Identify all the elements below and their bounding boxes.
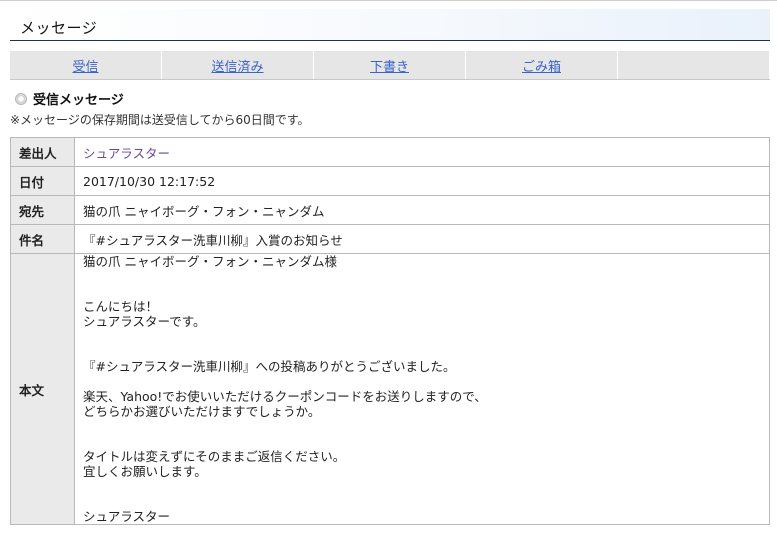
page-title: メッセージ <box>20 19 98 37</box>
sender-cell: シュアラスター <box>74 137 770 167</box>
body-line <box>83 269 761 284</box>
subject-label: 件名 <box>10 224 75 254</box>
body-line <box>83 434 761 449</box>
date-row: 日付 2017/10/30 12:17:52 <box>10 166 770 196</box>
body-line: シュアラスター <box>83 509 171 524</box>
recipient-label: 宛先 <box>10 195 75 225</box>
body-line: 猫の爪 ニャイボーグ・フォン・ニャンダム様 <box>83 254 337 269</box>
tab-drafts-link[interactable]: 下書き <box>370 56 409 75</box>
body-line: 楽天、Yahoo!でお使いいただけるクーポンコードをお送りしますので、 <box>83 389 487 404</box>
section-heading: 受信メッセージ <box>15 89 124 108</box>
message-detail-table: 差出人 シュアラスター 日付 2017/10/30 12:17:52 宛先 猫の… <box>10 137 770 525</box>
body-line: タイトルは変えずにそのままご返信ください。 <box>83 449 346 464</box>
body-line <box>83 329 761 344</box>
sender-name: シュアラスター <box>83 145 171 161</box>
mailbox-tabs: 受信 送信済み 下書き ごみ箱 <box>10 51 770 80</box>
tab-inbox: 受信 <box>10 51 162 79</box>
tab-sent: 送信済み <box>162 51 314 79</box>
section-title: 受信メッセージ <box>33 93 124 108</box>
page-header: メッセージ <box>10 9 770 41</box>
body-line <box>83 344 761 359</box>
date-value: 2017/10/30 12:17:52 <box>74 166 770 196</box>
body-line <box>83 374 761 389</box>
body-line: どちらかお選びいただけますでしょうか。 <box>83 404 321 419</box>
subject-row: 件名 『#シュアラスター洗車川柳』入賞のお知らせ <box>10 224 770 254</box>
message-page: メッセージ 受信 送信済み 下書き ごみ箱 受信メッセージ ※メッセージの保存期… <box>0 0 777 544</box>
body-line <box>83 284 761 299</box>
body-line <box>83 494 761 509</box>
bullet-circle-icon <box>15 92 27 105</box>
body-line: 宜しくお願いします。 <box>83 464 207 479</box>
sender-label: 差出人 <box>10 137 75 167</box>
tab-spacer <box>618 51 770 79</box>
message-body: 猫の爪 ニャイボーグ・フォン・ニャンダム様 こんにちは！ シュアラスターです。 … <box>74 253 770 525</box>
date-label: 日付 <box>10 166 75 196</box>
recipient-row: 宛先 猫の爪 ニャイボーグ・フォン・ニャンダム <box>10 195 770 225</box>
body-line <box>83 419 761 434</box>
tab-sent-link[interactable]: 送信済み <box>211 56 263 75</box>
body-line: シュアラスターです。 <box>83 314 206 329</box>
body-line <box>83 479 761 494</box>
subject-value: 『#シュアラスター洗車川柳』入賞のお知らせ <box>74 224 770 254</box>
tab-trash-link[interactable]: ごみ箱 <box>522 56 561 75</box>
body-label: 本文 <box>10 253 75 525</box>
sender-row: 差出人 シュアラスター <box>10 137 770 167</box>
recipient-value: 猫の爪 ニャイボーグ・フォン・ニャンダム <box>74 195 770 225</box>
body-line: 『#シュアラスター洗車川柳』への投稿ありがとうございました。 <box>83 359 456 374</box>
retention-note: ※メッセージの保存期間は送受信してから60日間です。 <box>10 113 310 127</box>
tab-inbox-link[interactable]: 受信 <box>72 56 98 75</box>
tab-drafts: 下書き <box>314 51 466 79</box>
body-row: 本文 猫の爪 ニャイボーグ・フォン・ニャンダム様 こんにちは！ シュアラスターで… <box>10 253 770 525</box>
tab-trash: ごみ箱 <box>466 51 618 79</box>
body-line: こんにちは！ <box>83 299 159 314</box>
